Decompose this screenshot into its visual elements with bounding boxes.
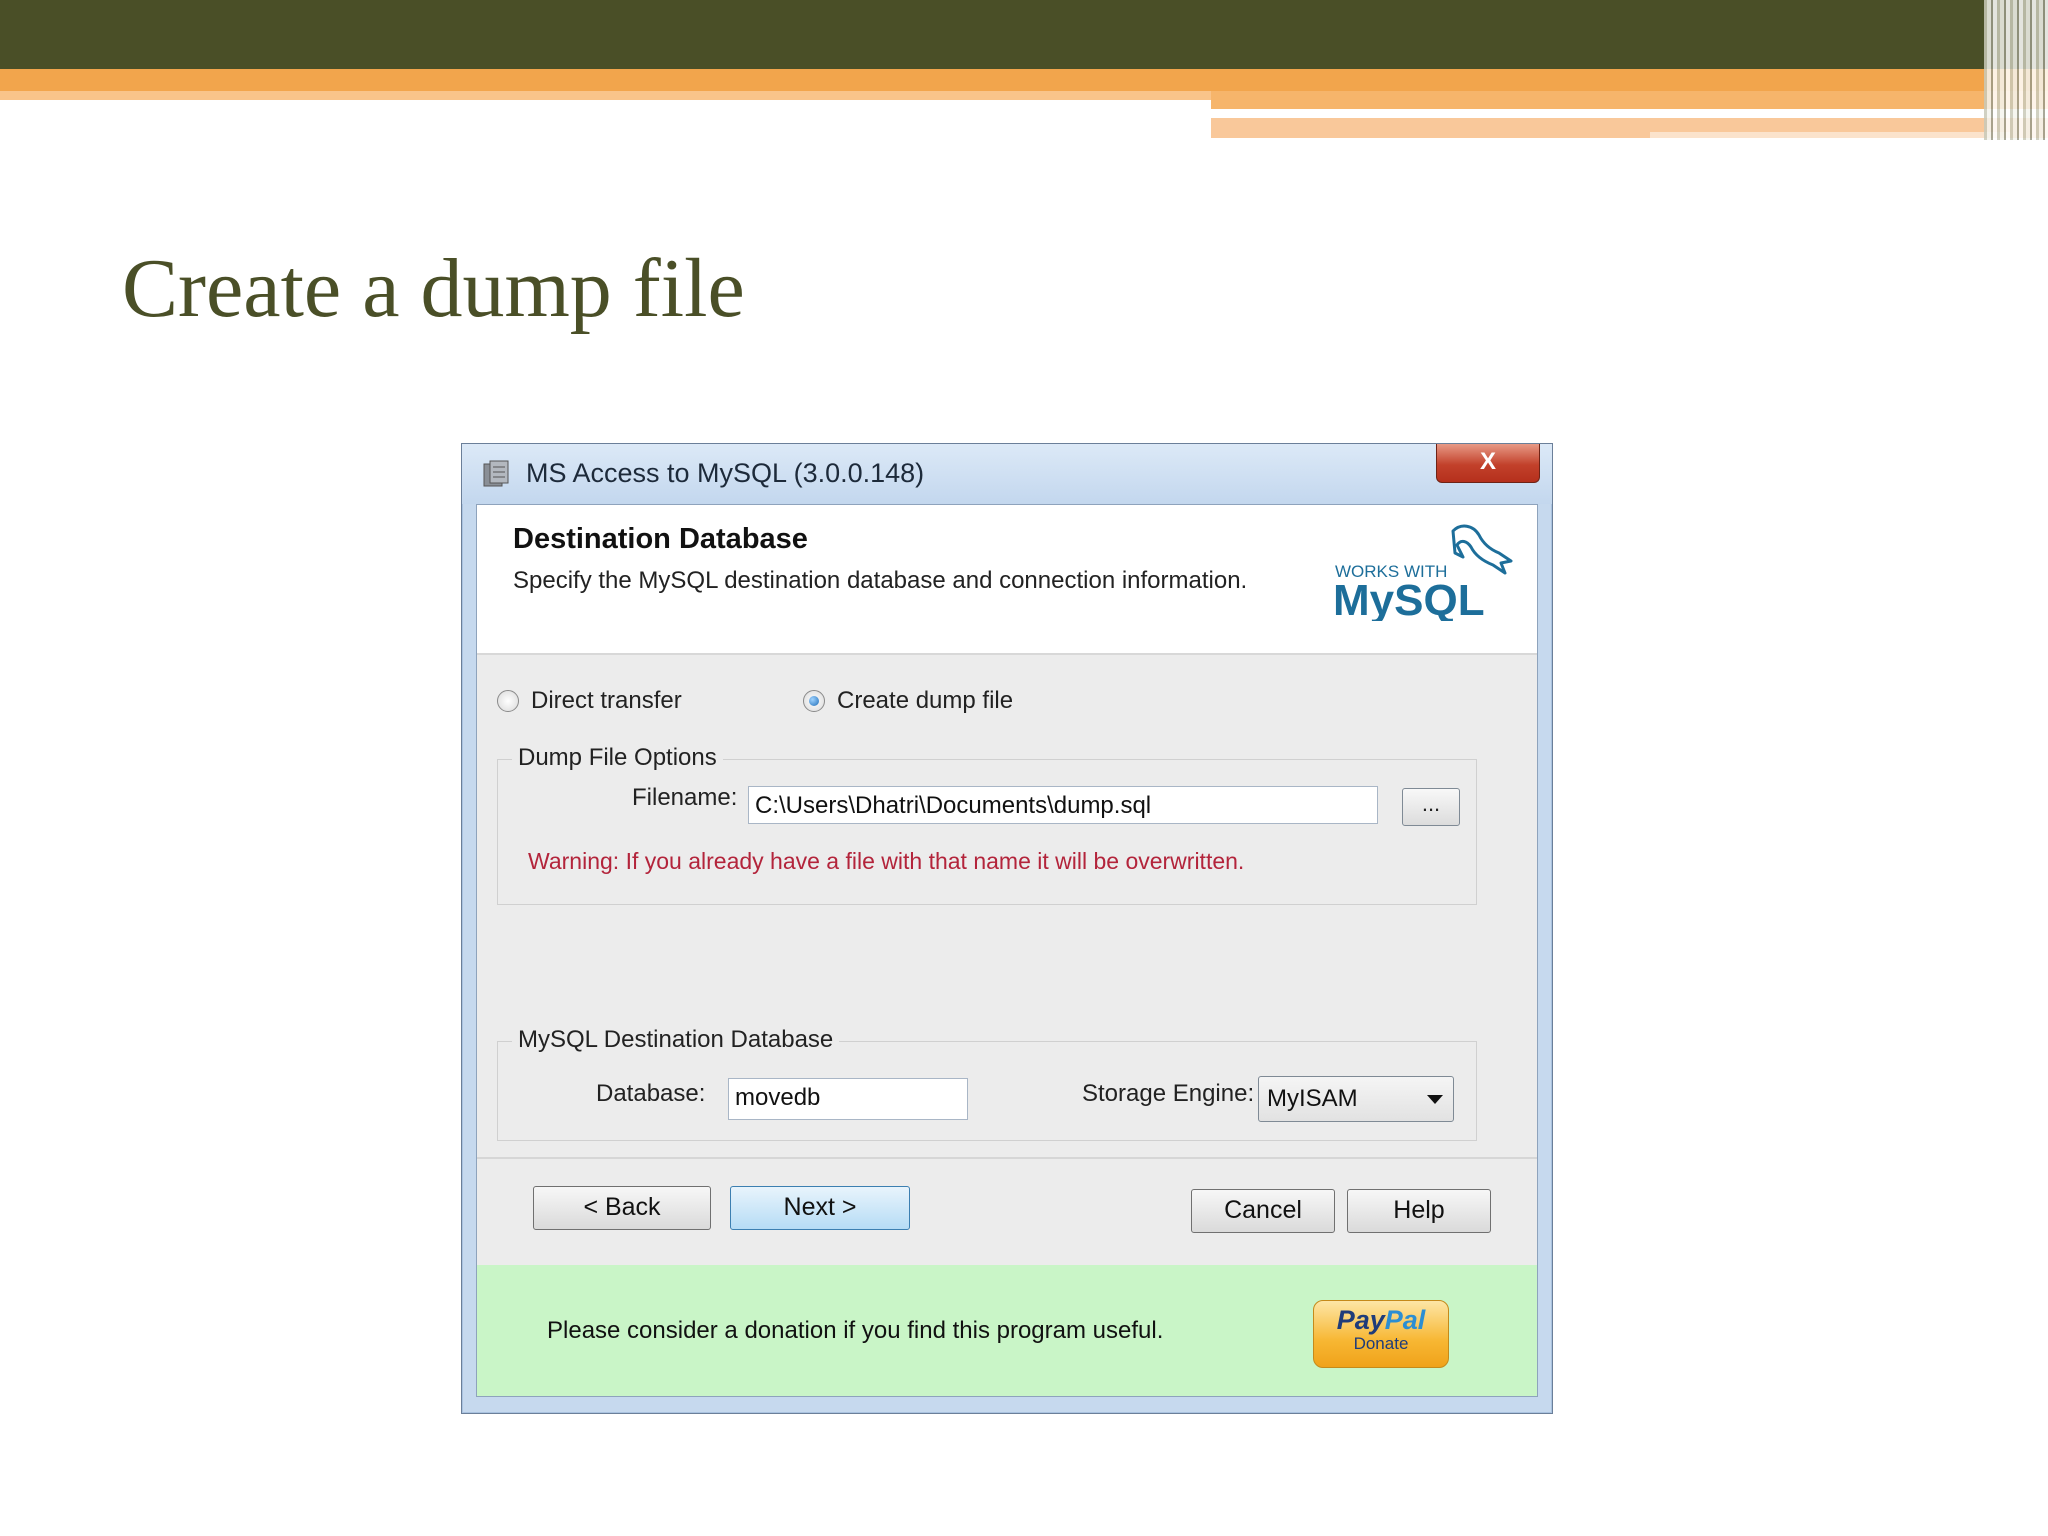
filename-input[interactable]: C:\Users\Dhatri\Documents\dump.sql (748, 786, 1378, 824)
wizard-client-area: Destination Database Specify the MySQL d… (476, 504, 1538, 1397)
storage-engine-label: Storage Engine: (1082, 1080, 1255, 1107)
paypal-donate-label: Donate (1353, 1334, 1409, 1353)
database-label: Database: (596, 1080, 706, 1107)
database-input[interactable]: movedb (728, 1078, 968, 1120)
storage-engine-value: MyISAM (1267, 1085, 1358, 1112)
slide-orange-line (0, 91, 1211, 100)
chevron-down-icon (1427, 1095, 1443, 1104)
overwrite-warning: Warning: If you already have a file with… (528, 848, 1245, 874)
logo-mysql: MySQL (1333, 576, 1485, 621)
create-dump-file-label: Create dump file (837, 687, 1014, 714)
slide-title: Create a dump file (122, 242, 745, 335)
paypal-donate-button[interactable]: PayPal Donate (1313, 1300, 1449, 1368)
dump-file-options-label: Dump File Options (512, 744, 723, 772)
direct-transfer-label: Direct transfer (531, 687, 682, 714)
back-button[interactable]: < Back (533, 1186, 711, 1230)
slide-top-bar (0, 0, 2048, 69)
filename-label: Filename: (632, 784, 738, 811)
database-app-icon (483, 460, 509, 487)
page-subtitle: Specify the MySQL destination database a… (513, 567, 1248, 594)
slide-corner-stripes (1984, 0, 2048, 140)
wizard-header: Destination Database Specify the MySQL d… (477, 505, 1537, 655)
mysql-destination-group: MySQL Destination Database Database: mov… (497, 1026, 1477, 1141)
slide-right-band (1211, 91, 2048, 109)
paypal-pal: Pal (1384, 1305, 1426, 1335)
help-button[interactable]: Help (1347, 1189, 1491, 1233)
browse-button[interactable]: ... (1402, 788, 1460, 826)
direct-transfer-radio[interactable] (497, 690, 519, 712)
dump-file-options-group: Dump File Options Filename: C:\Users\Dha… (497, 744, 1477, 905)
direct-transfer-option[interactable]: Direct transfer (497, 687, 682, 715)
slide-orange-bar (0, 69, 2048, 91)
donation-footer: Please consider a donation if you find t… (477, 1265, 1537, 1396)
cancel-button[interactable]: Cancel (1191, 1189, 1335, 1233)
close-button[interactable]: X (1436, 444, 1540, 483)
works-with-mysql-logo: WORKS WITH MySQL (1333, 524, 1513, 621)
next-button[interactable]: Next > (730, 1186, 910, 1230)
wizard-window: MS Access to MySQL (3.0.0.148) X Destina… (461, 443, 1553, 1414)
slide-right-line (1211, 111, 1896, 115)
mysql-destination-label: MySQL Destination Database (512, 1026, 840, 1054)
buttons-separator (477, 1157, 1537, 1159)
storage-engine-select[interactable]: MyISAM (1258, 1076, 1454, 1122)
page-title: Destination Database (513, 523, 808, 555)
slide-right-band-fade (1650, 132, 2010, 138)
window-titlebar[interactable]: MS Access to MySQL (3.0.0.148) X (462, 444, 1552, 504)
paypal-logo: PayPal (1314, 1305, 1448, 1336)
window-title: MS Access to MySQL (3.0.0.148) (526, 458, 925, 488)
donation-text: Please consider a donation if you find t… (547, 1317, 1164, 1344)
create-dump-file-option[interactable]: Create dump file (803, 687, 1013, 715)
paypal-pay: Pay (1336, 1305, 1385, 1335)
create-dump-file-radio[interactable] (803, 690, 825, 712)
